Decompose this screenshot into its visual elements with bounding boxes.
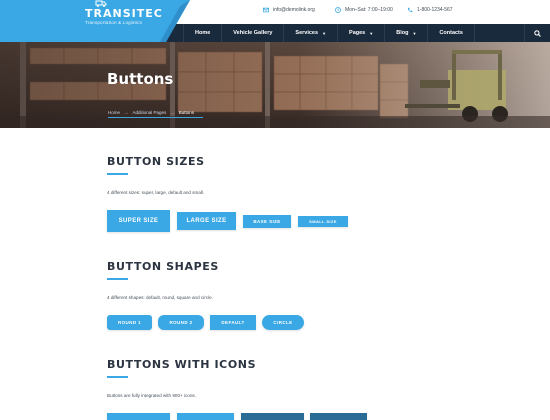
circle-shape-button[interactable]: CIRCLE — [262, 315, 304, 330]
logo[interactable]: TRANSITEC Transportation & Logistics — [0, 0, 190, 42]
contact-hours: Mon–Sat: 7:00–19:00 — [335, 7, 393, 13]
button-label: ROUND 1 — [117, 320, 142, 325]
breadcrumb-separator-icon: → — [124, 110, 129, 115]
section-desc-sizes: 4 different sizes: super, large, default… — [107, 190, 205, 195]
button-label: LARGE SIZE — [186, 218, 227, 224]
contact-phone[interactable]: 1-800-1234-567 — [407, 7, 453, 13]
nav-label: Services — [295, 30, 319, 36]
nav-label: Vehicle Gallery — [233, 30, 273, 36]
search-icon — [534, 29, 541, 37]
brand-name: TRANSITEC — [85, 7, 163, 20]
section-title-shapes: BUTTON SHAPES — [107, 260, 219, 273]
button-label: DEFAULT — [221, 320, 245, 325]
button-label: BASE SIZE — [253, 219, 281, 224]
round-2-button[interactable]: ROUND 2 — [158, 315, 204, 330]
button-label: SUPER SIZE — [118, 218, 159, 224]
page-hero: Buttons — [0, 42, 550, 128]
caret-down-icon: ▼ — [412, 30, 417, 36]
icon-button[interactable] — [177, 413, 234, 420]
nav-item-blog[interactable]: Blog ▼ — [384, 24, 427, 42]
contact-email-text: info@demolink.org — [273, 7, 315, 13]
search-button[interactable] — [524, 24, 550, 42]
round-1-button[interactable]: ROUND 1 — [107, 315, 152, 330]
breadcrumb-separator-icon: → — [170, 110, 175, 115]
page-title: Buttons — [107, 70, 174, 88]
large-size-button[interactable]: LARGE SIZE — [177, 212, 236, 230]
caret-down-icon: ▼ — [322, 30, 327, 36]
contact-email[interactable]: info@demolink.org — [263, 7, 315, 13]
breadcrumb-additional-pages[interactable]: Additional Pages — [133, 110, 167, 115]
nav-label: Pages — [349, 30, 366, 36]
nav-label: Contacts — [439, 30, 463, 36]
section-underline — [107, 173, 128, 175]
default-shape-button[interactable]: DEFAULT — [210, 315, 256, 330]
envelope-icon — [263, 7, 269, 13]
caret-down-icon: ▼ — [369, 30, 374, 36]
icon-button[interactable] — [107, 413, 170, 420]
nav-item-vehicle-gallery[interactable]: Vehicle Gallery — [221, 24, 283, 42]
nav-item-contacts[interactable]: Contacts — [427, 24, 475, 42]
button-label: ROUND 2 — [169, 320, 193, 325]
button-label: CIRCLE — [273, 320, 293, 325]
section-desc-shapes: 4 different shapes: default, round, squa… — [107, 295, 213, 300]
icon-button[interactable] — [241, 413, 304, 420]
contact-hours-text: Mon–Sat: 7:00–19:00 — [345, 7, 393, 13]
icon-button[interactable] — [310, 413, 367, 420]
section-title-icons: BUTTONS WITH ICONS — [107, 358, 257, 371]
nav-item-pages[interactable]: Pages ▼ — [337, 24, 384, 42]
breadcrumb-home[interactable]: Home — [108, 110, 120, 115]
section-underline — [107, 278, 128, 280]
brand-tagline: Transportation & Logistics — [85, 20, 143, 25]
section-title-sizes: BUTTON SIZES — [107, 155, 205, 168]
contact-phone-text: 1-800-1234-567 — [417, 7, 453, 13]
phone-icon — [407, 7, 413, 13]
breadcrumb-underline — [108, 117, 203, 118]
button-label: SMALL SIZE — [309, 219, 337, 224]
hero-overlay — [0, 42, 550, 128]
section-underline — [107, 376, 128, 378]
breadcrumb: Home → Additional Pages → Buttons — [108, 110, 194, 115]
main-nav: Home Vehicle Gallery Services ▼ Pages ▼ Bl… — [183, 24, 475, 42]
super-size-button[interactable]: SUPER SIZE — [107, 210, 170, 232]
clock-icon — [335, 7, 341, 13]
nav-label: Home — [195, 30, 211, 36]
breadcrumb-current: Buttons — [178, 110, 195, 115]
small-size-button[interactable]: SMALL SIZE — [298, 216, 348, 227]
nav-item-services[interactable]: Services ▼ — [283, 24, 337, 42]
section-desc-icons: Buttons are fully integrated with 900+ i… — [107, 393, 196, 398]
nav-label: Blog — [396, 30, 409, 36]
base-size-button[interactable]: BASE SIZE — [243, 215, 291, 228]
